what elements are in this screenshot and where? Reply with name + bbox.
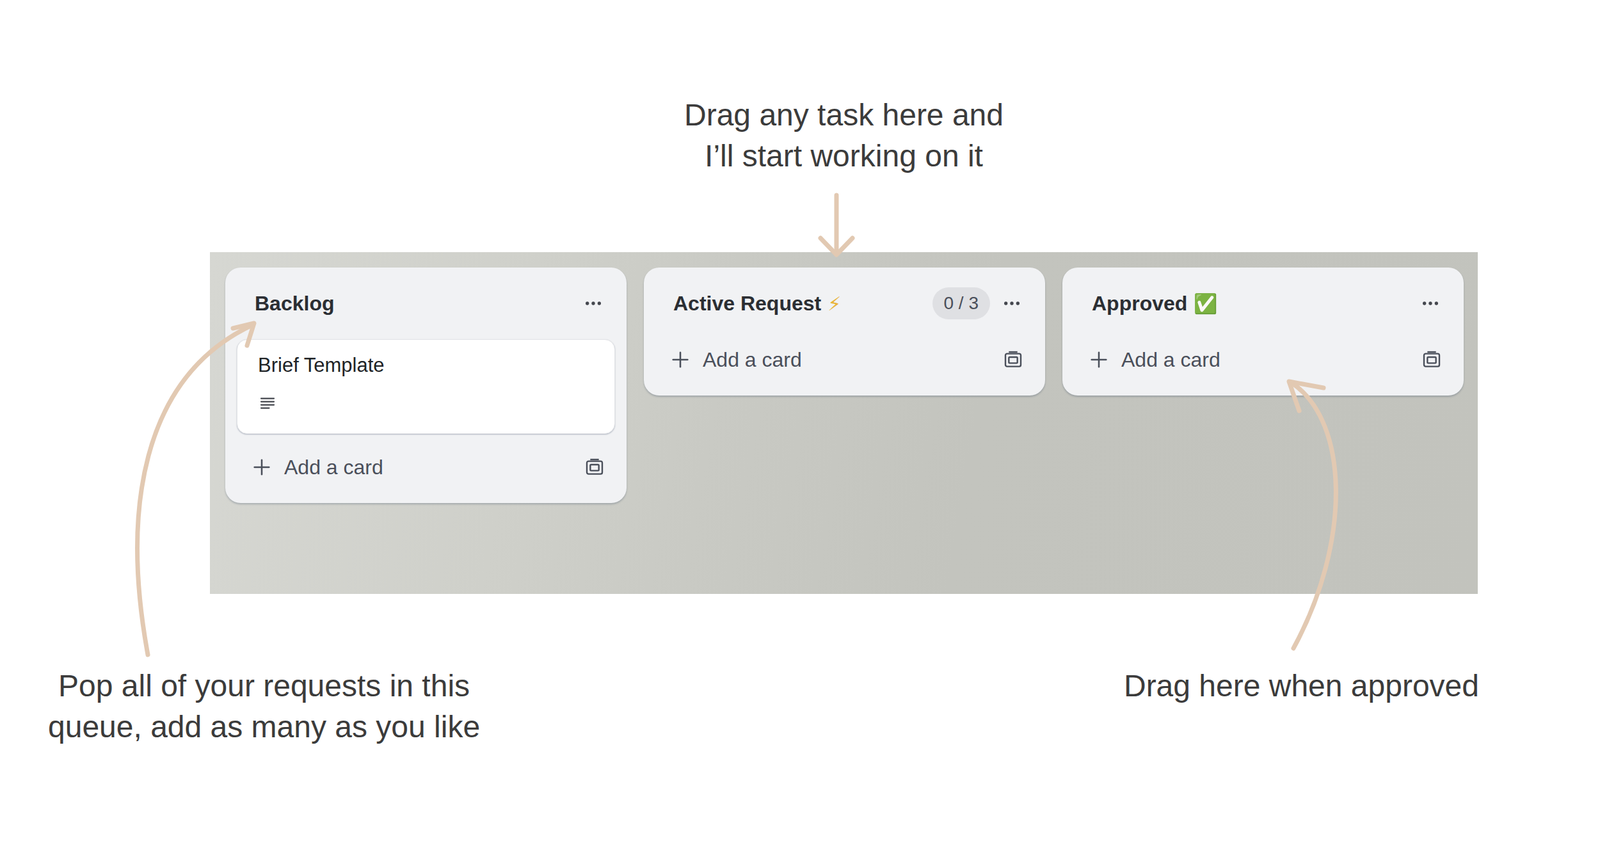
list-emoji: ✅: [1193, 292, 1218, 315]
list-header: Active Request⚡ 0 / 3: [643, 267, 1046, 340]
active-annotation: Drag any task here andI’ll start working…: [684, 94, 1004, 177]
bottom-annotation-row: Pop all of your requests in thisqueue, a…: [0, 665, 1480, 748]
board-list[interactable]: Active Request⚡ 0 / 3 Add a card: [643, 267, 1046, 396]
plus-icon: [250, 456, 273, 479]
board-list[interactable]: Approved✅ Add a card: [1062, 267, 1464, 396]
list-title[interactable]: Backlog: [254, 291, 335, 316]
backlog-annotation: Pop all of your requests in thisqueue, a…: [48, 665, 480, 748]
add-card-label: Add a card: [1121, 348, 1410, 372]
description-icon: [257, 393, 278, 413]
template-icon[interactable]: [584, 456, 605, 478]
card-title: Brief Template: [257, 353, 594, 377]
list-menu-button[interactable]: [577, 288, 609, 319]
more-icon: [1001, 293, 1023, 314]
card[interactable]: Brief Template: [236, 339, 616, 434]
card-list: Brief Template: [225, 339, 627, 434]
add-card-button[interactable]: Add a card: [655, 339, 1034, 381]
curved-arrow-icon: [1288, 381, 1336, 649]
annotation-line: Drag here when approved: [1123, 665, 1480, 707]
list-menu-button[interactable]: [1415, 288, 1446, 319]
annotation-arrows: [0, 0, 1600, 848]
card-limit-badge: 0 / 3: [932, 287, 991, 320]
add-card-button[interactable]: Add a card: [1073, 339, 1453, 381]
template-icon[interactable]: [1421, 349, 1442, 370]
plus-icon: [1088, 348, 1110, 371]
page: Drag any task here andI’ll start working…: [0, 0, 1600, 848]
add-card-label: Add a card: [284, 455, 573, 480]
list-header: Backlog: [225, 267, 627, 340]
plus-icon: [669, 348, 692, 371]
top-annotation-row: Drag any task here andI’ll start working…: [209, 0, 1478, 177]
list-emoji: ⚡: [827, 292, 841, 315]
annotation-line: Pop all of your requests in this: [48, 665, 480, 707]
list-menu-button[interactable]: [996, 288, 1028, 319]
list-title[interactable]: Active Request: [673, 291, 822, 316]
approved-annotation: Drag here when approved: [1123, 665, 1480, 707]
more-icon: [583, 293, 604, 314]
annotation-line: queue, add as many as you like: [48, 706, 480, 748]
add-card-button[interactable]: Add a card: [236, 446, 616, 488]
board: BacklogBrief TemplateAdd a cardActive Re…: [209, 252, 1478, 594]
curved-arrow-icon: [137, 323, 255, 655]
list-title[interactable]: Approved: [1091, 291, 1188, 316]
list-header: Approved✅: [1062, 267, 1464, 340]
down-arrow-icon: [820, 195, 853, 255]
annotation-line: I’ll start working on it: [684, 135, 1004, 177]
more-icon: [1420, 293, 1441, 314]
add-card-label: Add a card: [702, 348, 992, 372]
template-icon[interactable]: [1002, 349, 1024, 370]
board-list[interactable]: Backlog Brief Template Add a card: [225, 267, 627, 504]
annotation-line: Drag any task here and: [684, 94, 1004, 136]
